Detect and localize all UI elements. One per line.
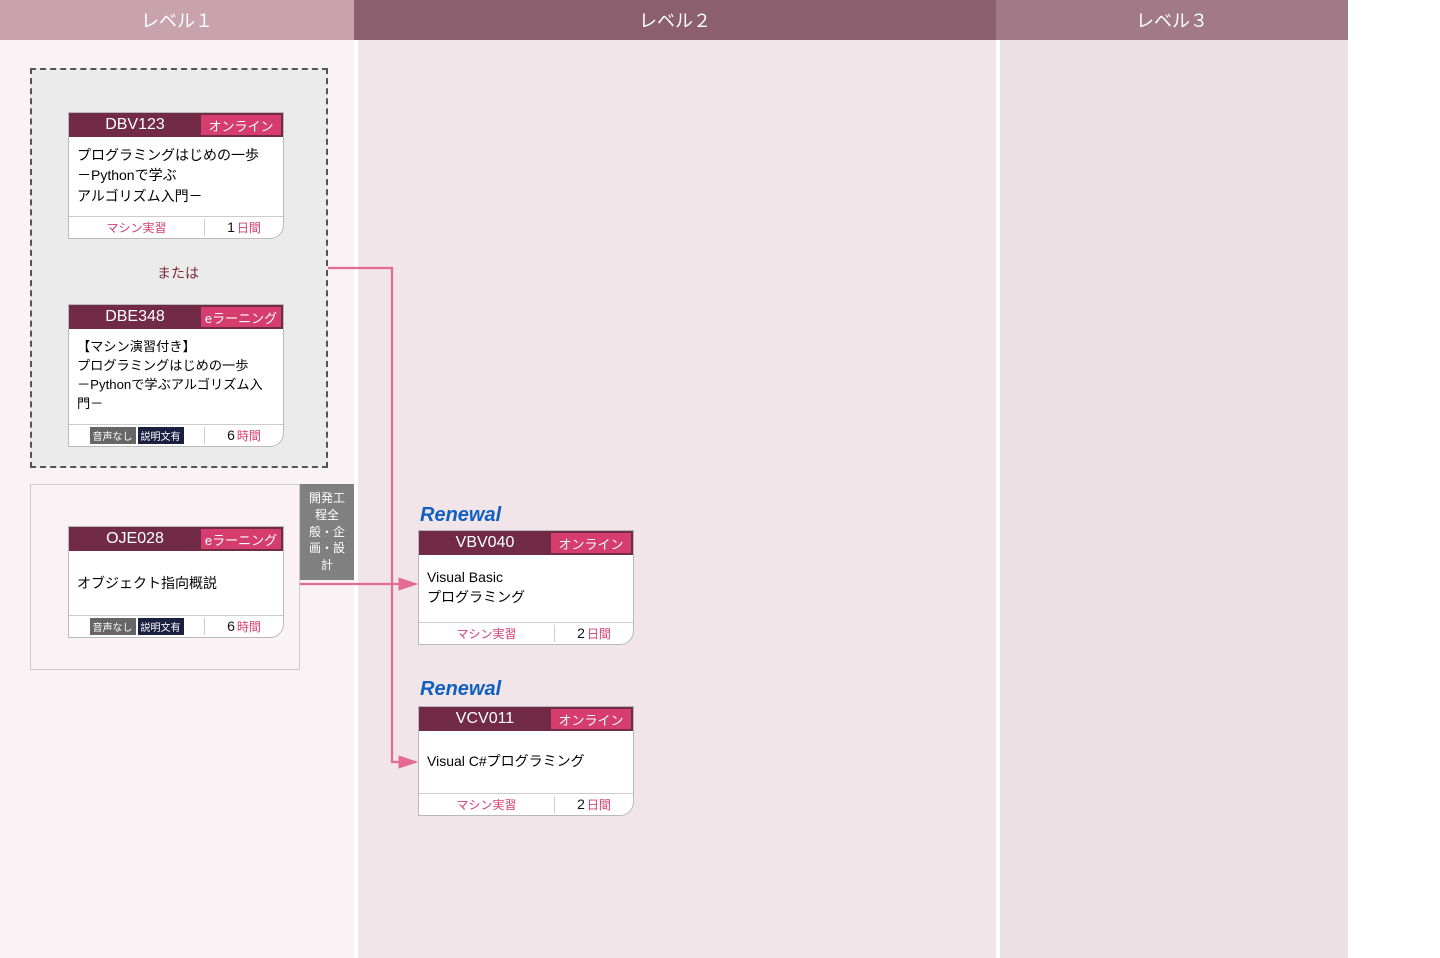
footer-tags: 音声なし 説明文有 xyxy=(69,618,205,635)
renewal-label: Renewal xyxy=(420,504,501,527)
tag-has-text: 説明文有 xyxy=(138,427,184,444)
card-footer: 音声なし 説明文有 6時間 xyxy=(69,424,283,446)
course-code: OJE028 xyxy=(69,527,201,551)
card-header: DBE348 eラーニング xyxy=(69,305,283,329)
column-divider xyxy=(354,40,358,958)
course-card-vbv040[interactable]: VBV040 オンライン Visual Basic プログラミング マシン実習 … xyxy=(418,530,634,645)
columns: DBV123 オンライン プログラミングはじめの一歩 －Pythonで学ぶ アル… xyxy=(0,40,1348,958)
card-footer: マシン実習 1日間 xyxy=(69,216,283,238)
course-code: DBV123 xyxy=(69,113,201,137)
duration: 1日間 xyxy=(205,219,283,236)
course-card-dbe348[interactable]: DBE348 eラーニング 【マシン演習付き】 プログラミングはじめの一歩 －P… xyxy=(68,304,284,447)
tag-no-audio: 音声なし xyxy=(90,618,136,635)
card-header: VCV011 オンライン xyxy=(419,707,633,731)
course-title: プログラミングはじめの一歩 －Pythonで学ぶ アルゴリズム入門－ xyxy=(69,137,283,216)
column-level-3 xyxy=(996,40,1348,958)
footer-tag: マシン実習 xyxy=(419,796,555,813)
level-headers: レベル１ レベル２ レベル３ xyxy=(0,0,1348,40)
column-level-1: DBV123 オンライン プログラミングはじめの一歩 －Pythonで学ぶ アル… xyxy=(0,40,354,958)
column-level-2: Renewal VBV040 オンライン Visual Basic プログラミン… xyxy=(354,40,996,958)
duration: 6時間 xyxy=(205,427,283,444)
renewal-label: Renewal xyxy=(420,678,501,701)
course-title: 【マシン演習付き】 プログラミングはじめの一歩 －Pythonで学ぶアルゴリズム… xyxy=(69,329,283,424)
badge-elearning: eラーニング xyxy=(201,529,281,549)
badge-online: オンライン xyxy=(201,115,281,135)
badge-online: オンライン xyxy=(551,709,631,729)
card-header: OJE028 eラーニング xyxy=(69,527,283,551)
course-code: VBV040 xyxy=(419,531,551,555)
tag-no-audio: 音声なし xyxy=(90,427,136,444)
duration: 6時間 xyxy=(205,618,283,635)
footer-tag: マシン実習 xyxy=(419,625,555,642)
footer-tags: 音声なし 説明文有 xyxy=(69,427,205,444)
card-header: VBV040 オンライン xyxy=(419,531,633,555)
course-code: DBE348 xyxy=(69,305,201,329)
card-footer: マシン実習 2日間 xyxy=(419,793,633,815)
course-title: Visual C#プログラミング xyxy=(419,731,633,793)
course-code: VCV011 xyxy=(419,707,551,731)
footer-tag: マシン実習 xyxy=(69,219,205,236)
header-level-3: レベル３ xyxy=(996,0,1348,40)
header-level-2: レベル２ xyxy=(354,0,996,40)
duration: 2日間 xyxy=(555,625,633,642)
course-card-vcv011[interactable]: VCV011 オンライン Visual C#プログラミング マシン実習 2日間 xyxy=(418,706,634,816)
badge-online: オンライン xyxy=(551,533,631,553)
course-title: Visual Basic プログラミング xyxy=(419,555,633,622)
badge-elearning: eラーニング xyxy=(201,307,281,327)
or-label: または xyxy=(128,263,228,283)
course-card-dbv123[interactable]: DBV123 オンライン プログラミングはじめの一歩 －Pythonで学ぶ アル… xyxy=(68,112,284,239)
card-footer: 音声なし 説明文有 6時間 xyxy=(69,615,283,637)
duration: 2日間 xyxy=(555,796,633,813)
column-divider xyxy=(996,40,1000,958)
header-level-1: レベル１ xyxy=(0,0,354,40)
tag-has-text: 説明文有 xyxy=(138,618,184,635)
course-title: オブジェクト指向概説 xyxy=(69,551,283,615)
course-card-oje028[interactable]: OJE028 eラーニング オブジェクト指向概説 音声なし 説明文有 6時間 xyxy=(68,526,284,638)
card-footer: マシン実習 2日間 xyxy=(419,622,633,644)
side-label-dev-process: 開発工程全般・企画・設計 xyxy=(300,484,354,580)
card-header: DBV123 オンライン xyxy=(69,113,283,137)
